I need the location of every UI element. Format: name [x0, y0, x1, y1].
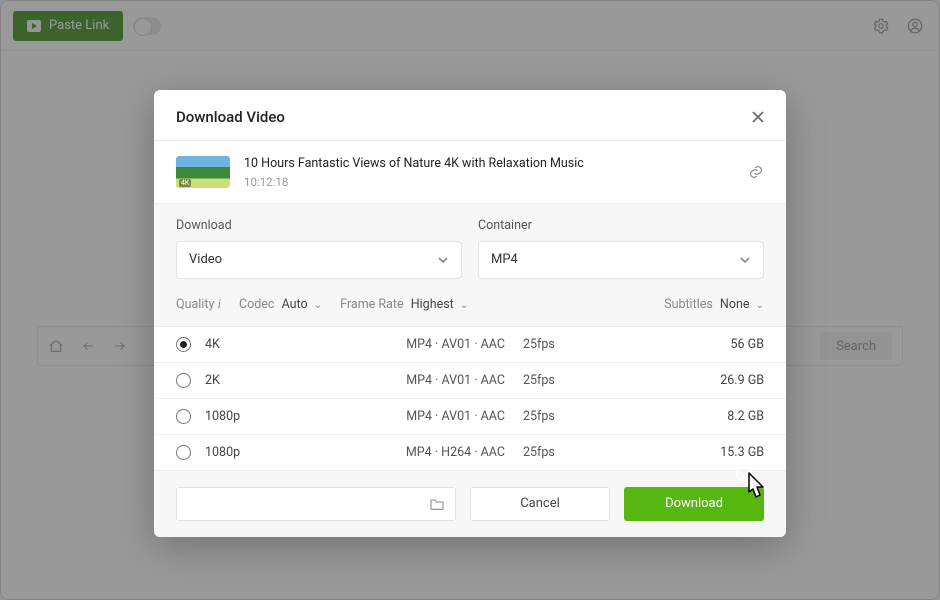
row-quality: 4K [205, 337, 365, 352]
quality-row[interactable]: 4K MP4 · AV01 · AAC 25fps 56 GB [154, 327, 786, 362]
dialog-title: Download Video [176, 108, 752, 126]
quality-row[interactable]: 1080p MP4 · AV01 · AAC 25fps 8.2 GB [154, 398, 786, 434]
radio-button[interactable] [176, 337, 191, 352]
row-format: MP4 · AV01 · AAC [365, 337, 505, 352]
framerate-filter[interactable]: Frame Rate Highest ⌄ [340, 297, 468, 312]
info-icon[interactable]: i [217, 297, 220, 311]
folder-icon[interactable] [429, 497, 445, 511]
quality-list: 4K MP4 · AV01 · AAC 25fps 56 GB 2K MP4 ·… [154, 326, 786, 470]
quality-filter-label: Quality [176, 297, 214, 312]
container-label: Container [478, 218, 764, 233]
video-duration: 10:12:18 [244, 175, 584, 189]
row-quality: 2K [205, 373, 365, 388]
download-type-label: Download [176, 218, 462, 233]
download-type-select[interactable]: Video [176, 241, 462, 279]
row-size: 26.9 GB [585, 373, 764, 388]
close-icon[interactable] [752, 111, 764, 123]
row-format: MP4 · AV01 · AAC [365, 373, 505, 388]
cancel-button[interactable]: Cancel [470, 487, 610, 521]
row-format: MP4 · AV01 · AAC [365, 409, 505, 424]
filter-bar: Quality i Codec Auto ⌄ Frame Rate Highes… [154, 297, 786, 326]
row-fps: 25fps [505, 337, 585, 352]
download-video-dialog: Download Video 10 Hours Fantastic Views … [154, 90, 786, 537]
radio-button[interactable] [176, 445, 191, 460]
radio-button[interactable] [176, 409, 191, 424]
format-selectors: Download Video Container MP4 [154, 204, 786, 297]
container-value: MP4 [491, 252, 518, 267]
row-fps: 25fps [505, 373, 585, 388]
save-path-field[interactable] [176, 487, 456, 521]
row-quality: 1080p [205, 409, 365, 424]
download-type-value: Video [189, 252, 222, 267]
chevron-down-icon [739, 254, 751, 266]
download-button[interactable]: Download [624, 487, 764, 521]
link-icon[interactable] [748, 164, 764, 180]
row-fps: 25fps [505, 445, 585, 460]
chevron-down-icon: ⌄ [460, 300, 468, 311]
quality-row[interactable]: 2K MP4 · AV01 · AAC 25fps 26.9 GB [154, 362, 786, 398]
row-size: 56 GB [585, 337, 764, 352]
dialog-header: Download Video [154, 90, 786, 141]
video-title: 10 Hours Fantastic Views of Nature 4K wi… [244, 155, 584, 173]
row-size: 15.3 GB [585, 445, 764, 460]
container-select[interactable]: MP4 [478, 241, 764, 279]
chevron-down-icon: ⌄ [756, 300, 764, 311]
row-quality: 1080p [205, 445, 365, 460]
dialog-footer: Cancel Download [154, 470, 786, 537]
chevron-down-icon [437, 254, 449, 266]
quality-row[interactable]: 1080p MP4 · H264 · AAC 25fps 15.3 GB [154, 434, 786, 470]
codec-filter[interactable]: Codec Auto ⌄ [239, 297, 322, 312]
row-fps: 25fps [505, 409, 585, 424]
video-thumbnail [176, 156, 230, 188]
subtitles-filter[interactable]: Subtitles None ⌄ [664, 297, 764, 312]
radio-button[interactable] [176, 373, 191, 388]
video-info: 10 Hours Fantastic Views of Nature 4K wi… [154, 141, 786, 204]
row-size: 8.2 GB [585, 409, 764, 424]
chevron-down-icon: ⌄ [314, 300, 322, 311]
row-format: MP4 · H264 · AAC [365, 445, 505, 460]
